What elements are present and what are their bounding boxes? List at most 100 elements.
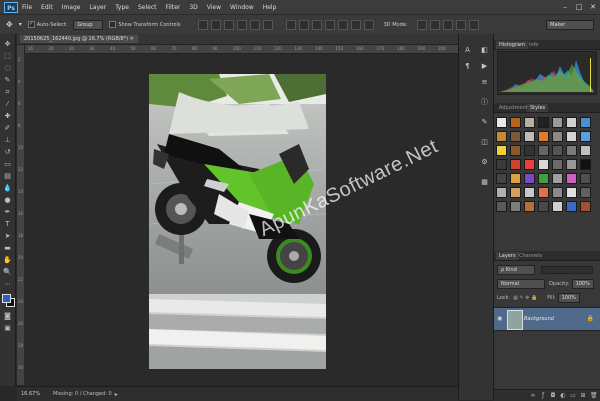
align-left-icon[interactable] xyxy=(236,19,247,30)
style-swatch[interactable] xyxy=(510,173,521,184)
close-icon[interactable]: ✕ xyxy=(586,2,600,12)
style-swatch[interactable] xyxy=(524,187,535,198)
move-tool-icon[interactable]: ✥ xyxy=(3,39,13,49)
style-swatch[interactable] xyxy=(566,159,577,170)
style-swatch[interactable] xyxy=(524,117,535,128)
eraser-tool-icon[interactable]: ▭ xyxy=(3,159,13,169)
style-swatch[interactable] xyxy=(538,173,549,184)
menu-help[interactable]: Help xyxy=(263,4,277,11)
screen-mode-icon[interactable]: ▣ xyxy=(3,323,13,333)
style-swatch[interactable] xyxy=(566,117,577,128)
style-swatch[interactable] xyxy=(538,131,549,142)
eyedropper-tool-icon[interactable]: ⁄ xyxy=(3,99,13,109)
type-tool-icon[interactable]: T xyxy=(3,219,13,229)
menu-image[interactable]: Image xyxy=(62,4,81,11)
style-swatch[interactable] xyxy=(496,187,507,198)
rotate-3d-icon[interactable] xyxy=(416,19,427,30)
style-swatch[interactable] xyxy=(580,187,591,198)
style-swatch[interactable] xyxy=(538,117,549,128)
style-swatch[interactable] xyxy=(552,131,563,142)
menu-layer[interactable]: Layer xyxy=(89,4,106,11)
foreground-color-swatch[interactable] xyxy=(1,294,11,303)
style-swatch[interactable] xyxy=(538,159,549,170)
visibility-eye-icon[interactable]: ◉ xyxy=(497,315,502,322)
opacity-input[interactable]: 100% xyxy=(571,279,594,289)
style-swatch[interactable] xyxy=(552,159,563,170)
align-vcenter-icon[interactable] xyxy=(210,19,221,30)
horizontal-ruler[interactable]: 16 20 20 30 40 50 60 70 80 90 100 110 120 130 140 150 16… xyxy=(24,45,458,54)
auto-select-dropdown[interactable]: Group xyxy=(73,19,104,30)
brush-tool-icon[interactable]: ✐ xyxy=(3,123,13,133)
style-swatch[interactable] xyxy=(496,131,507,142)
tab-histogram[interactable]: Histogram xyxy=(496,41,528,49)
menu-file[interactable]: File xyxy=(22,4,32,11)
style-swatch[interactable] xyxy=(552,187,563,198)
zoom-level[interactable]: 16.67% xyxy=(21,391,43,397)
style-swatch[interactable] xyxy=(580,117,591,128)
distribute-vcenter-icon[interactable] xyxy=(298,19,309,30)
tab-styles[interactable]: Styles xyxy=(527,104,549,112)
style-swatch[interactable] xyxy=(566,201,577,212)
dodge-tool-icon[interactable]: ● xyxy=(3,195,13,205)
auto-align-icon[interactable] xyxy=(363,19,374,30)
style-swatch[interactable] xyxy=(552,173,563,184)
style-swatch[interactable] xyxy=(566,145,577,156)
lock-icons[interactable]: ▦ ✎ ✥ 🔒 xyxy=(513,295,537,301)
style-swatch[interactable] xyxy=(552,201,563,212)
link-layers-icon[interactable]: ∞ xyxy=(530,392,536,399)
style-swatch[interactable] xyxy=(496,201,507,212)
layer-name[interactable]: Background xyxy=(524,316,554,322)
layer-row-background[interactable]: ◉ Background 🔒 xyxy=(494,307,600,331)
maximize-icon[interactable]: □ xyxy=(572,2,586,12)
lasso-tool-icon[interactable]: ◌ xyxy=(3,63,13,73)
style-swatch[interactable] xyxy=(524,145,535,156)
slide-3d-icon[interactable] xyxy=(455,19,466,30)
style-swatch[interactable] xyxy=(566,131,577,142)
trash-icon[interactable]: 🗑 xyxy=(590,392,598,399)
tab-info[interactable]: Info xyxy=(526,41,541,49)
menu-filter[interactable]: Filter xyxy=(166,4,181,11)
info-panel-icon[interactable]: ⓘ xyxy=(480,98,489,107)
distribute-bottom-icon[interactable] xyxy=(311,19,322,30)
auto-select-option[interactable]: ✓ Auto-Select: xyxy=(27,21,67,28)
clone-stamp-tool-icon[interactable]: ⊥ xyxy=(3,135,13,145)
distribute-hcenter-icon[interactable] xyxy=(337,19,348,30)
show-transform-option[interactable]: Show Transform Controls xyxy=(109,21,181,28)
paragraph-panel-icon[interactable]: ¶ xyxy=(463,62,472,71)
style-swatch[interactable] xyxy=(524,131,535,142)
layer-filter-dropdown[interactable]: ρ Kind xyxy=(497,265,535,275)
quick-select-tool-icon[interactable]: ✎ xyxy=(3,75,13,85)
auto-select-checkbox[interactable]: ✓ xyxy=(27,21,35,28)
color-swatches[interactable] xyxy=(1,293,15,307)
healing-brush-tool-icon[interactable]: ✚ xyxy=(3,111,13,121)
fill-input[interactable]: 100% xyxy=(557,293,580,303)
move-tool-icon[interactable]: ✥ xyxy=(6,20,13,29)
style-swatch[interactable] xyxy=(580,173,591,184)
fx-icon[interactable]: ƒ xyxy=(540,392,546,399)
actions-panel-icon[interactable]: ▶ xyxy=(480,62,489,71)
workspace-dropdown[interactable]: Maker xyxy=(546,19,594,30)
layer-comps-icon[interactable]: ▦ xyxy=(480,178,489,187)
style-swatch[interactable] xyxy=(538,187,549,198)
crop-tool-icon[interactable]: ⌗ xyxy=(3,87,13,97)
pen-tool-icon[interactable]: ✒ xyxy=(3,207,13,217)
style-swatch[interactable] xyxy=(510,131,521,142)
style-swatch[interactable] xyxy=(496,117,507,128)
history-brush-tool-icon[interactable]: ↺ xyxy=(3,147,13,157)
menu-edit[interactable]: Edit xyxy=(41,4,53,11)
blur-tool-icon[interactable]: 💧 xyxy=(3,183,13,193)
add-mask-icon[interactable]: ◘ xyxy=(550,392,556,399)
style-swatch[interactable] xyxy=(510,117,521,128)
quick-mask-icon[interactable]: ◙ xyxy=(3,311,13,321)
align-bottom-icon[interactable] xyxy=(223,19,234,30)
scale-3d-icon[interactable] xyxy=(468,19,479,30)
path-select-tool-icon[interactable]: ➤ xyxy=(3,231,13,241)
status-menu-icon[interactable]: ▸ xyxy=(115,391,118,398)
adjustment-layer-icon[interactable]: ◐ xyxy=(560,392,566,399)
blend-mode-dropdown[interactable]: Normal xyxy=(497,279,545,289)
style-swatch[interactable] xyxy=(524,159,535,170)
history-panel-icon[interactable]: ◧ xyxy=(480,46,489,55)
hand-tool-icon[interactable]: ✋ xyxy=(3,255,13,265)
shape-tool-icon[interactable]: ▬ xyxy=(3,243,13,253)
style-swatch[interactable] xyxy=(566,173,577,184)
